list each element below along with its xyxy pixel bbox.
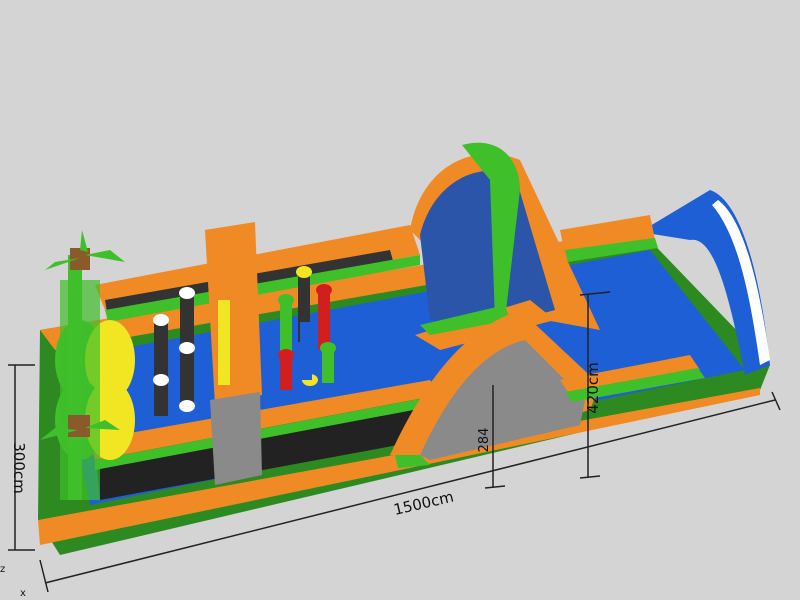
length-dimension-label: 1500cm (392, 488, 456, 519)
height-dimension-label: 420cm (584, 362, 602, 414)
width-dimension-label: 300cm (10, 442, 28, 494)
middle-frame (205, 222, 262, 485)
obstacle-course-render: 1500cm 300cm 420cm 284 x z (0, 142, 781, 599)
axis-x-label: x (20, 588, 26, 599)
platform-dimension-label: 284 (477, 428, 492, 453)
axis-z-label: z (0, 564, 5, 575)
